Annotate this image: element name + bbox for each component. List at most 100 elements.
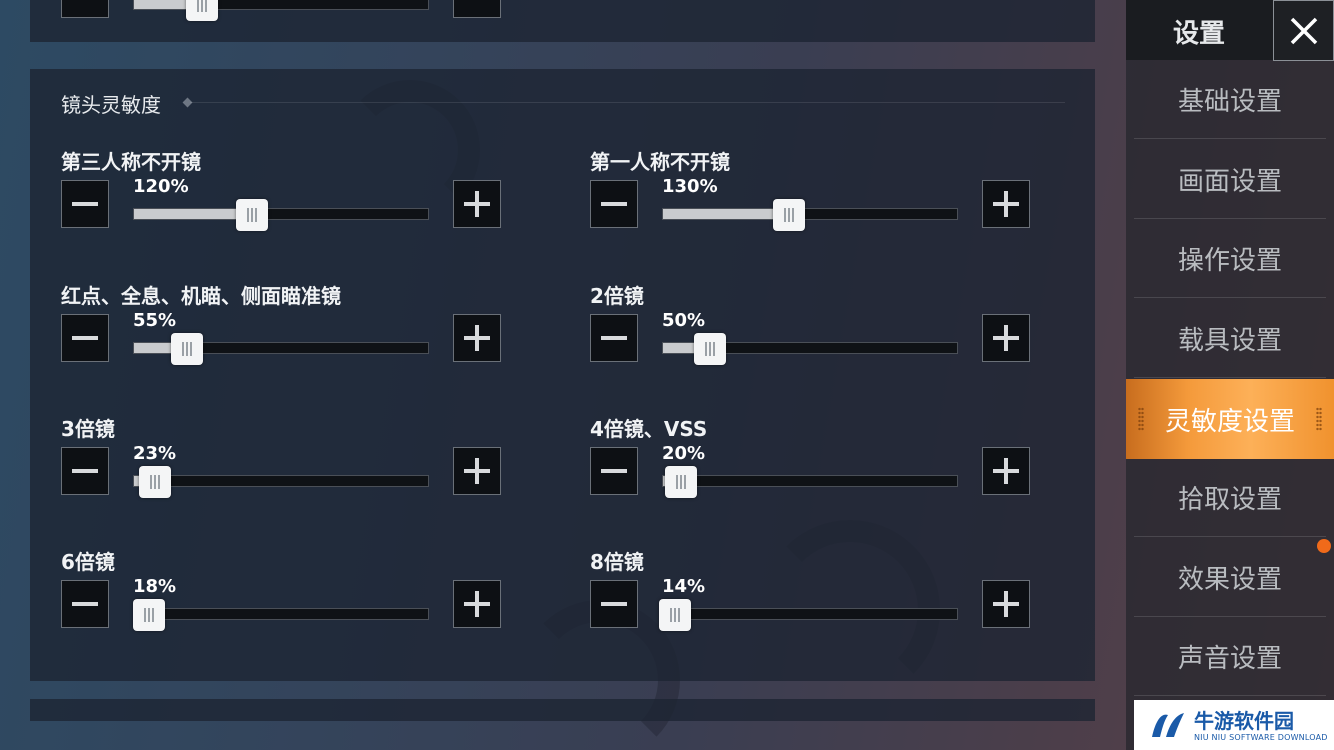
- slider-value: 50%: [662, 310, 706, 331]
- slider-value: 55%: [133, 310, 177, 331]
- slider-thumb[interactable]: [658, 599, 691, 631]
- sensitivity-setting: 第一人称不开镜 130%: [590, 146, 1032, 246]
- slider-thumb[interactable]: [694, 333, 727, 365]
- next-section-panel: [30, 699, 1095, 721]
- sidebar-item-label: 载具设置: [1177, 325, 1282, 356]
- increase-button[interactable]: [982, 580, 1030, 628]
- increase-button[interactable]: [453, 314, 501, 362]
- decrease-button[interactable]: [61, 580, 109, 628]
- slider-thumb[interactable]: [132, 599, 165, 631]
- setting-label: 4倍镜、VSS: [590, 417, 708, 441]
- plus-icon: [993, 458, 1019, 484]
- minus-icon: [72, 336, 98, 340]
- decrease-button[interactable]: [61, 180, 109, 228]
- slider-thumb[interactable]: [170, 333, 203, 365]
- minus-icon: [601, 336, 627, 340]
- decrease-button[interactable]: [590, 314, 638, 362]
- sidebar-item-6[interactable]: 效果设置: [1134, 539, 1326, 617]
- sidebar-item-label: 操作设置: [1177, 246, 1282, 277]
- slider-track[interactable]: [658, 599, 958, 631]
- minus-icon: [72, 469, 98, 473]
- increase-button[interactable]: [453, 580, 501, 628]
- slider-value: 18%: [133, 576, 177, 597]
- previous-section-panel: [30, 0, 1095, 42]
- increase-button[interactable]: [453, 180, 501, 228]
- minus-icon: [601, 469, 627, 473]
- decrease-button[interactable]: [590, 447, 638, 495]
- slider-thumb[interactable]: [664, 466, 697, 498]
- slider-track[interactable]: [133, 199, 429, 231]
- sidebar-item-0[interactable]: 基础设置: [1134, 61, 1326, 139]
- setting-label: 红点、全息、机瞄、侧面瞄准镜: [61, 284, 341, 308]
- plus-icon: [993, 191, 1019, 217]
- sensitivity-setting: 8倍镜 14%: [590, 546, 1032, 646]
- notification-dot: [1317, 539, 1331, 553]
- sidebar-item-3[interactable]: 载具设置: [1134, 300, 1326, 378]
- sidebar-item-4[interactable]: 灵敏度设置: [1126, 379, 1334, 459]
- slider-thumb[interactable]: [235, 199, 268, 231]
- sidebar-item-label: 基础设置: [1177, 87, 1282, 117]
- sensitivity-setting: 3倍镜 23%: [61, 413, 503, 513]
- watermark-logo-icon: [1152, 713, 1184, 737]
- slider-track[interactable]: [133, 0, 429, 21]
- setting-label: 第一人称不开镜: [590, 150, 730, 174]
- decrease-button[interactable]: [590, 580, 638, 628]
- close-icon: [1290, 17, 1317, 44]
- decrease-button[interactable]: [61, 447, 109, 495]
- plus-icon: [993, 325, 1019, 351]
- increase-button[interactable]: [982, 180, 1030, 228]
- slider-track[interactable]: [662, 466, 958, 498]
- slider-fill: [663, 209, 790, 219]
- sidebar-item-label: 灵敏度设置: [1164, 406, 1295, 437]
- sensitivity-setting: 红点、全息、机瞄、侧面瞄准镜 55%: [61, 280, 503, 380]
- slider-track[interactable]: [662, 199, 958, 231]
- sensitivity-setting: 第三人称不开镜 120%: [61, 146, 503, 246]
- grip-left-icon: [1138, 407, 1144, 431]
- plus-icon: [464, 591, 490, 617]
- section-title: 镜头灵敏度: [61, 93, 161, 117]
- slider-value: 14%: [662, 576, 706, 597]
- slider-thumb[interactable]: [773, 199, 806, 231]
- slider-track[interactable]: [133, 466, 429, 498]
- sidebar-item-5[interactable]: 拾取设置: [1134, 459, 1326, 537]
- settings-sidebar: 设置 基础设置画面设置操作设置载具设置灵敏度设置拾取设置效果设置声音设置: [1126, 0, 1334, 750]
- grip-right-icon: [1316, 407, 1322, 431]
- sidebar-item-2[interactable]: 操作设置: [1134, 220, 1326, 299]
- sidebar-item-label: 声音设置: [1177, 644, 1282, 675]
- minus-icon: [601, 202, 627, 206]
- sensitivity-setting: 2倍镜 50%: [590, 280, 1032, 380]
- close-button[interactable]: [1273, 0, 1334, 61]
- increase-button[interactable]: [453, 447, 501, 495]
- decrease-button[interactable]: [61, 0, 109, 18]
- plus-icon: [993, 591, 1019, 617]
- slider-thumb[interactable]: [185, 0, 218, 21]
- increase-button[interactable]: [982, 314, 1030, 362]
- plus-icon: [464, 458, 490, 484]
- slider-track[interactable]: [132, 599, 429, 631]
- section-divider: [190, 102, 1065, 103]
- plus-icon: [464, 325, 490, 351]
- sidebar-item-label: 画面设置: [1177, 166, 1282, 197]
- minus-icon: [72, 602, 98, 606]
- sidebar-item-label: 拾取设置: [1177, 485, 1282, 515]
- setting-label: 第三人称不开镜: [61, 150, 201, 174]
- watermark-subtitle: NIU NIU SOFTWARE DOWNLOAD: [1194, 732, 1328, 742]
- sidebar-title: 设置: [1173, 19, 1226, 49]
- slider-thumb[interactable]: [138, 466, 171, 498]
- watermark-title: 牛游软件园: [1194, 708, 1294, 733]
- increase-button[interactable]: [982, 447, 1030, 495]
- slider-track[interactable]: [133, 333, 429, 365]
- increase-button[interactable]: [453, 0, 501, 18]
- slider-value: 20%: [662, 443, 706, 464]
- slider-value: 130%: [662, 176, 718, 197]
- decrease-button[interactable]: [61, 314, 109, 362]
- setting-label: 6倍镜: [61, 550, 115, 574]
- slider-track[interactable]: [662, 333, 958, 365]
- sidebar-item-1[interactable]: 画面设置: [1134, 141, 1326, 219]
- sidebar-item-label: 效果设置: [1177, 564, 1282, 595]
- sensitivity-setting: 4倍镜、VSS 20%: [590, 413, 1032, 513]
- camera-sensitivity-panel: 镜头灵敏度 第三人称不开镜 120% 第一人称不开镜 130% 红点、全息、机瞄、侧面瞄…: [30, 69, 1095, 681]
- setting-label: 3倍镜: [61, 417, 115, 441]
- sidebar-item-7[interactable]: 声音设置: [1134, 618, 1326, 697]
- decrease-button[interactable]: [590, 180, 638, 228]
